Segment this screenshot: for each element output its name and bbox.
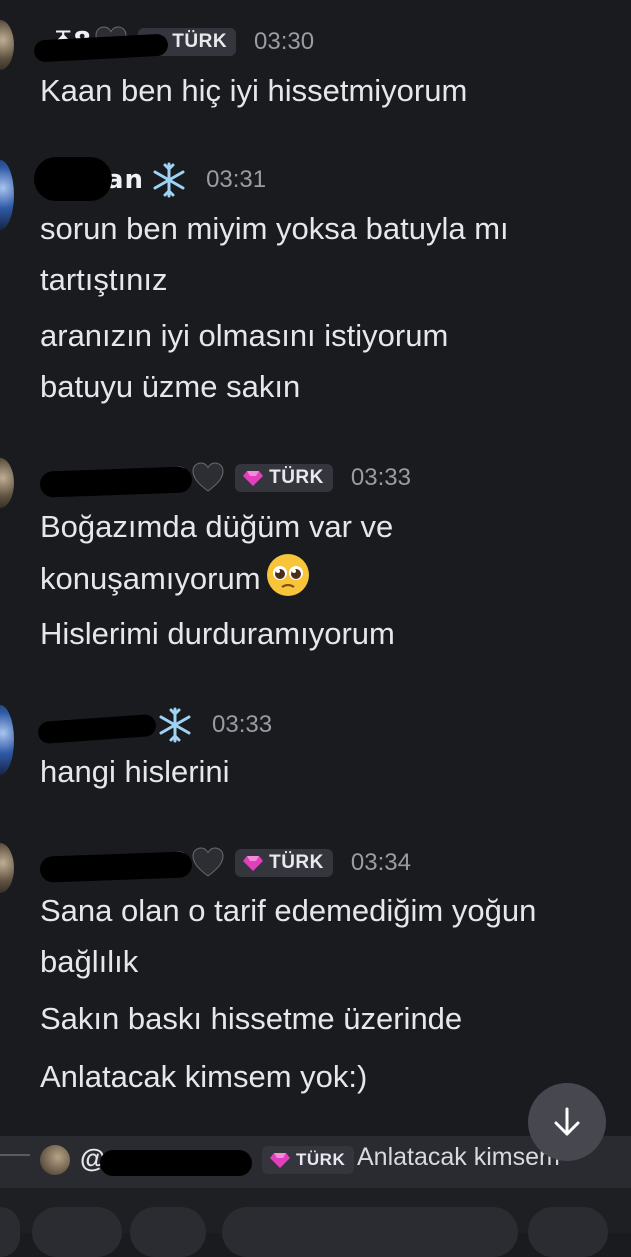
message-line: Sana olan o tarif edemediğim yoğun: [40, 893, 537, 928]
message-input[interactable]: [222, 1207, 518, 1257]
redaction-mark: [39, 851, 193, 883]
timestamp: 03:33: [350, 464, 411, 491]
action-button[interactable]: [528, 1207, 608, 1257]
black-heart-icon: [192, 462, 224, 492]
timestamp: 03:33: [212, 711, 273, 738]
black-heart-icon: [192, 847, 224, 877]
timestamp: 03:30: [254, 28, 315, 55]
jump-to-latest-button[interactable]: [528, 1083, 606, 1161]
snowflake-icon: [159, 707, 191, 743]
redaction-mark: [37, 713, 157, 745]
gem-icon: [243, 471, 264, 486]
avatar[interactable]: [0, 160, 14, 230]
username[interactable]: [37, 710, 157, 745]
message-line: hangi hislerini: [40, 754, 230, 789]
snowflake-icon: [153, 162, 185, 198]
message-header: 03:33: [37, 705, 273, 745]
message-line: Kaan ben hiç iyi hissetmiyorum: [40, 73, 468, 108]
message-line: konuşamıyorum: [40, 552, 311, 605]
pleading-face-emoji: [266, 554, 309, 596]
turk-badge: TÜRK: [262, 1146, 355, 1174]
message-header: an 03:31: [34, 157, 267, 201]
arrow-down-icon: [554, 1107, 580, 1136]
message-line: Anlatacak kimsem yok:): [40, 1059, 368, 1094]
message-header: ⁢⁢⁢⁢⁢⁢⁢⁢⁢꘎⧱8 TÜRK 03:30: [33, 22, 315, 62]
redaction-mark: [34, 157, 112, 201]
username[interactable]: 8: [39, 848, 193, 883]
message-line: bağlılık: [40, 944, 139, 979]
avatar[interactable]: [0, 843, 14, 893]
username[interactable]: an: [34, 157, 144, 201]
redaction-mark: [100, 1150, 252, 1176]
message-line: Hislerimi durduramıyorum: [40, 616, 395, 651]
message-line: sorun ben miyim yoksa batuyla mı: [40, 211, 509, 246]
badge-label: TÜRK: [172, 31, 228, 52]
action-button[interactable]: [130, 1207, 206, 1257]
avatar[interactable]: [0, 705, 14, 775]
username[interactable]: ⁢⁢⁢⁢⁢⁢⁢⁢⁢꘎⧱8: [33, 27, 169, 62]
message-line: aranızın iyi olmasını istiyorum: [40, 318, 449, 353]
action-button[interactable]: [32, 1207, 122, 1257]
reply-connector: [0, 1154, 30, 1156]
timestamp: 03:34: [350, 849, 411, 876]
message-line: tartıştınız: [40, 262, 168, 297]
badge-label: TÜRK: [296, 1150, 346, 1169]
message-header: 8 TÜRK 03:34: [39, 843, 411, 883]
turk-badge[interactable]: TÜRK: [235, 464, 333, 492]
avatar[interactable]: [0, 20, 14, 70]
reply-preview-text: Anlatacak kimsem: [357, 1143, 560, 1171]
message-line: batuyu üzme sakın: [40, 369, 301, 404]
turk-badge[interactable]: TÜRK: [235, 849, 333, 877]
badge-label: TÜRK: [269, 467, 324, 488]
message-line: Boğazımda düğüm var ve: [40, 509, 394, 544]
username[interactable]: 8: [39, 463, 193, 498]
badge-label: TÜRK: [269, 852, 324, 873]
gem-icon: [270, 1153, 290, 1168]
avatar[interactable]: [0, 458, 14, 508]
redaction-mark: [39, 466, 193, 498]
timestamp: 03:31: [206, 166, 267, 193]
reply-avatar: [40, 1145, 70, 1175]
gem-icon: [243, 856, 264, 871]
message-line: Sakın baskı hissetme üzerinde: [40, 1001, 463, 1036]
message-header: 8 TÜRK 03:33: [39, 458, 411, 498]
